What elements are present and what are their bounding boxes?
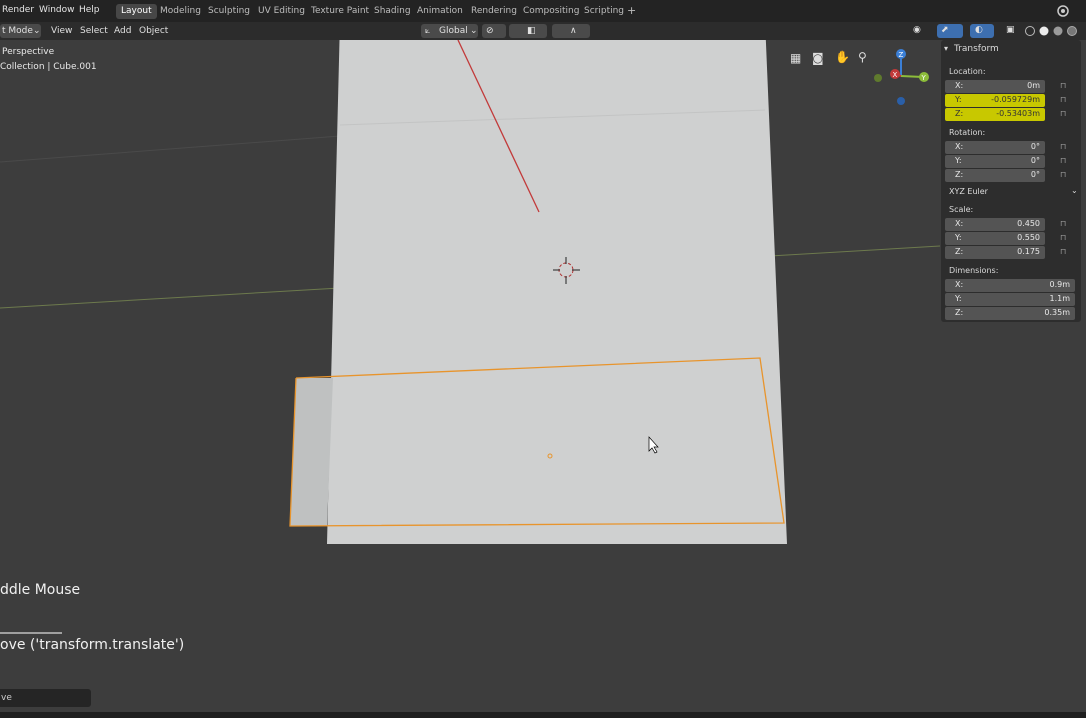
camera-icon[interactable]: ◙	[812, 51, 826, 65]
dimensions-z-field[interactable]: Z: 0.35m	[945, 307, 1075, 320]
scene-icon[interactable]	[1056, 4, 1070, 18]
rotation-y-field[interactable]: Y: 0°	[945, 155, 1045, 168]
tab-shading[interactable]: Shading	[369, 4, 416, 19]
visibility-icon[interactable]: ◉	[913, 25, 921, 35]
location-y-field[interactable]: Y: -0.059729m	[945, 94, 1045, 107]
divider	[0, 632, 62, 634]
top-menu-bar: Render Window Help Layout Modeling Sculp…	[0, 0, 1086, 22]
gizmo-y-label: Y	[921, 74, 927, 82]
viewport-header: t Mode ⌄ View Select Add Object ⟀ Global…	[0, 22, 1086, 40]
menu-window[interactable]: Window	[39, 5, 75, 15]
tab-compositing[interactable]: Compositing	[518, 4, 584, 19]
rotation-x-field[interactable]: X: 0°	[945, 141, 1045, 154]
mode-label: t Mode	[2, 26, 33, 36]
operator-name: ove ('transform.translate')	[0, 637, 185, 653]
pivot-icon: ⊘	[486, 26, 494, 36]
tab-texture-paint[interactable]: Texture Paint	[306, 4, 374, 19]
redo-panel[interactable]: ve	[0, 689, 91, 707]
transform-panel: ▾ Transform Location: X: 0m Y: -0.059729m …	[941, 40, 1081, 322]
location-x-field[interactable]: X: 0m	[945, 80, 1045, 93]
pan-hand-icon[interactable]: ✋	[835, 50, 850, 64]
lock-icon[interactable]: ⊓	[1060, 170, 1070, 180]
overlays-icon: ◐	[975, 25, 983, 35]
cube-side-face	[290, 378, 333, 526]
xray-icon[interactable]: ▣	[1006, 25, 1015, 35]
dimensions-y-field[interactable]: Y: 1.1m	[945, 293, 1075, 306]
menu-view[interactable]: View	[51, 26, 72, 36]
redo-panel-label: ve	[1, 693, 12, 703]
scale-z-field[interactable]: Z: 0.175	[945, 246, 1045, 259]
rotation-label: Rotation:	[949, 128, 986, 137]
falloff-icon: ∧	[570, 26, 577, 36]
transform-orientation-icon: ⟀	[425, 26, 431, 36]
lock-icon[interactable]: ⊓	[1060, 247, 1070, 257]
lock-icon[interactable]: ⊓	[1060, 233, 1070, 243]
scene-canvas	[0, 40, 941, 544]
collapse-arrow-icon[interactable]: ▾	[944, 44, 948, 53]
snap-icon: ◧	[527, 26, 536, 36]
scale-x-field[interactable]: X: 0.450	[945, 218, 1045, 231]
lock-icon[interactable]: ⊓	[1060, 81, 1070, 91]
tab-uv-editing[interactable]: UV Editing	[253, 4, 310, 19]
rotation-mode-dropdown[interactable]: XYZ Euler ⌄	[945, 186, 1079, 198]
menu-select[interactable]: Select	[80, 26, 108, 36]
tab-animation[interactable]: Animation	[412, 4, 468, 19]
tab-layout[interactable]: Layout	[116, 4, 157, 19]
lock-icon[interactable]: ⊓	[1060, 142, 1070, 152]
y-axis-line	[0, 287, 341, 309]
collection-label: Collection | Cube.001	[0, 62, 97, 72]
menu-add[interactable]: Add	[114, 26, 131, 36]
y-axis-line-right	[769, 245, 941, 257]
panel-title: Transform	[954, 44, 999, 54]
grid-line	[0, 135, 341, 163]
location-z-field[interactable]: Z: -0.53403m	[945, 108, 1045, 121]
menu-object[interactable]: Object	[139, 26, 168, 36]
mouse-hint: ddle Mouse	[0, 582, 81, 598]
add-workspace-button[interactable]: +	[622, 3, 641, 18]
shading-modes[interactable]	[1024, 25, 1086, 37]
tab-rendering[interactable]: Rendering	[466, 4, 522, 19]
chevron-down-icon: ⌄	[1071, 186, 1078, 195]
chevron-down-icon: ⌄	[33, 26, 41, 36]
gizmo-x-label: X	[893, 71, 898, 79]
dimensions-x-field[interactable]: X: 0.9m	[945, 279, 1075, 292]
dimensions-label: Dimensions:	[949, 266, 999, 275]
gizmo-z-label: Z	[899, 51, 904, 59]
orientation-label: Global	[439, 26, 468, 36]
lock-icon[interactable]: ⊓	[1060, 109, 1070, 119]
location-label: Location:	[949, 67, 986, 76]
grid-view-icon[interactable]: ▦	[790, 51, 804, 65]
chevron-down-icon: ⌄	[470, 26, 478, 36]
plane-mesh	[327, 40, 787, 544]
menu-help[interactable]: Help	[79, 5, 100, 15]
rotation-mode-label: XYZ Euler	[949, 187, 988, 196]
navigation-gizmo[interactable]: Z Y X	[868, 44, 934, 110]
status-bar	[0, 712, 1086, 718]
scale-label: Scale:	[949, 205, 974, 214]
lock-icon[interactable]: ⊓	[1060, 219, 1070, 229]
view-name: Perspective	[2, 47, 55, 57]
tab-modeling[interactable]: Modeling	[155, 4, 206, 19]
lock-icon[interactable]: ⊓	[1060, 95, 1070, 105]
scale-y-field[interactable]: Y: 0.550	[945, 232, 1045, 245]
rotation-z-field[interactable]: Z: 0°	[945, 169, 1045, 182]
tab-sculpting[interactable]: Sculpting	[203, 4, 255, 19]
3d-viewport[interactable]: Perspective Collection | Cube.001 ▦ ◙ ✋ …	[0, 40, 1086, 712]
menu-render[interactable]: Render	[2, 5, 34, 15]
gizmo-icon: ⬈	[941, 25, 949, 35]
lock-icon[interactable]: ⊓	[1060, 156, 1070, 166]
